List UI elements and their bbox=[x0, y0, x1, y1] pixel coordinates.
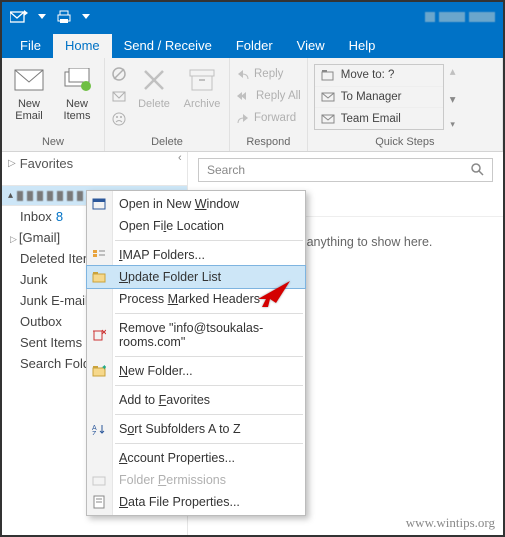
ctx-data-file-properties[interactable]: Data File Properties... bbox=[87, 491, 305, 513]
tab-file[interactable]: File bbox=[8, 34, 53, 58]
folder-refresh-icon bbox=[91, 269, 107, 285]
sort-icon: AZ bbox=[91, 421, 107, 437]
quick-steps-gallery[interactable]: Move to: ? To Manager Team Email bbox=[314, 64, 444, 130]
window-icon bbox=[91, 196, 107, 212]
svg-text:Z: Z bbox=[92, 431, 97, 435]
group-new: New Email New Items New bbox=[2, 58, 105, 151]
gallery-down-icon[interactable]: ▾ bbox=[450, 92, 456, 106]
forward-button[interactable]: Forward bbox=[236, 108, 301, 128]
collapse-nav-icon[interactable]: ‹ bbox=[178, 152, 182, 164]
window-title-blurred bbox=[425, 12, 495, 22]
archive-button[interactable]: Archive bbox=[181, 64, 223, 110]
folder-context-menu: Open in New Window Open File Location IM… bbox=[86, 190, 306, 516]
tab-send-receive[interactable]: Send / Receive bbox=[112, 34, 224, 58]
delete-button[interactable]: Delete bbox=[133, 64, 175, 110]
chevron-down-icon: ▴ bbox=[8, 190, 13, 201]
ctx-open-file-location[interactable]: Open File Location bbox=[87, 215, 305, 237]
ribbon-tabs: File Home Send / Receive Folder View Hel… bbox=[2, 32, 503, 58]
junk-icon[interactable] bbox=[111, 112, 127, 129]
move-icon bbox=[321, 69, 335, 81]
reply-all-icon bbox=[236, 90, 252, 102]
ctx-add-favorites[interactable]: Add to Favorites bbox=[87, 389, 305, 411]
ignore-icon[interactable] bbox=[111, 66, 127, 85]
manager-icon bbox=[321, 91, 335, 103]
group-quick-steps: Move to: ? To Manager Team Email ▴ ▾ ▾ Q… bbox=[308, 58, 503, 151]
search-box[interactable]: Search bbox=[198, 158, 493, 182]
mail-icon bbox=[13, 64, 45, 96]
delete-icon bbox=[138, 64, 170, 96]
group-label-new: New bbox=[8, 134, 98, 151]
ctx-new-folder[interactable]: ✦New Folder... bbox=[87, 360, 305, 382]
group-label-respond: Respond bbox=[236, 134, 301, 151]
reply-icon bbox=[236, 68, 250, 80]
ctx-folder-permissions: Folder Permissions bbox=[87, 469, 305, 491]
new-folder-icon: ✦ bbox=[91, 363, 107, 379]
items-icon bbox=[61, 64, 93, 96]
ctx-remove-account[interactable]: Remove "info@tsoukalas-rooms.com" bbox=[87, 317, 305, 353]
team-icon bbox=[321, 113, 335, 125]
dropdown-icon[interactable] bbox=[38, 14, 46, 20]
remove-icon bbox=[91, 327, 107, 343]
favorites-header[interactable]: ▷Favorites bbox=[2, 152, 187, 175]
group-label-delete: Delete bbox=[111, 134, 223, 151]
tab-home[interactable]: Home bbox=[53, 34, 112, 58]
search-icon bbox=[470, 162, 484, 179]
ctx-open-new-window[interactable]: Open in New Window bbox=[87, 193, 305, 215]
archive-icon bbox=[186, 64, 218, 96]
gallery-more-icon[interactable]: ▾ bbox=[450, 119, 455, 130]
print-icon[interactable] bbox=[56, 10, 72, 24]
tab-folder[interactable]: Folder bbox=[224, 34, 285, 58]
reply-button[interactable]: Reply bbox=[236, 64, 301, 84]
send-receive-icon[interactable] bbox=[10, 10, 28, 24]
ctx-process-marked[interactable]: Process Marked Headers bbox=[87, 288, 305, 310]
folder-list-icon bbox=[91, 247, 107, 263]
svg-text:✦: ✦ bbox=[101, 365, 106, 372]
dropdown-icon[interactable] bbox=[82, 14, 90, 20]
title-bar bbox=[2, 2, 503, 32]
ctx-sort-subfolders[interactable]: AZSort Subfolders A to Z bbox=[87, 418, 305, 440]
tab-view[interactable]: View bbox=[285, 34, 337, 58]
tab-help[interactable]: Help bbox=[337, 34, 388, 58]
new-email-button[interactable]: New Email bbox=[8, 64, 50, 122]
ribbon: New Email New Items New Delete bbox=[2, 58, 503, 152]
forward-icon bbox=[236, 112, 250, 124]
gallery-up-icon[interactable]: ▴ bbox=[450, 64, 456, 78]
group-label-quicksteps: Quick Steps bbox=[314, 134, 496, 151]
watermark: www.wintips.org bbox=[406, 515, 495, 531]
properties-icon bbox=[91, 494, 107, 510]
cleanup-icon[interactable] bbox=[111, 90, 127, 107]
ctx-imap-folders[interactable]: IMAP Folders... bbox=[87, 244, 305, 266]
ctx-update-folder-list[interactable]: Update Folder List bbox=[87, 266, 305, 288]
group-delete: Delete Archive Delete bbox=[105, 58, 230, 151]
quick-access-toolbar bbox=[10, 10, 90, 24]
permissions-icon bbox=[91, 472, 107, 488]
ctx-account-properties[interactable]: Account Properties... bbox=[87, 447, 305, 469]
chevron-right-icon: ▷ bbox=[8, 158, 16, 169]
group-respond: Reply Reply All Forward Respond bbox=[230, 58, 308, 151]
new-items-button[interactable]: New Items bbox=[56, 64, 98, 122]
reply-all-button[interactable]: Reply All bbox=[236, 86, 301, 106]
